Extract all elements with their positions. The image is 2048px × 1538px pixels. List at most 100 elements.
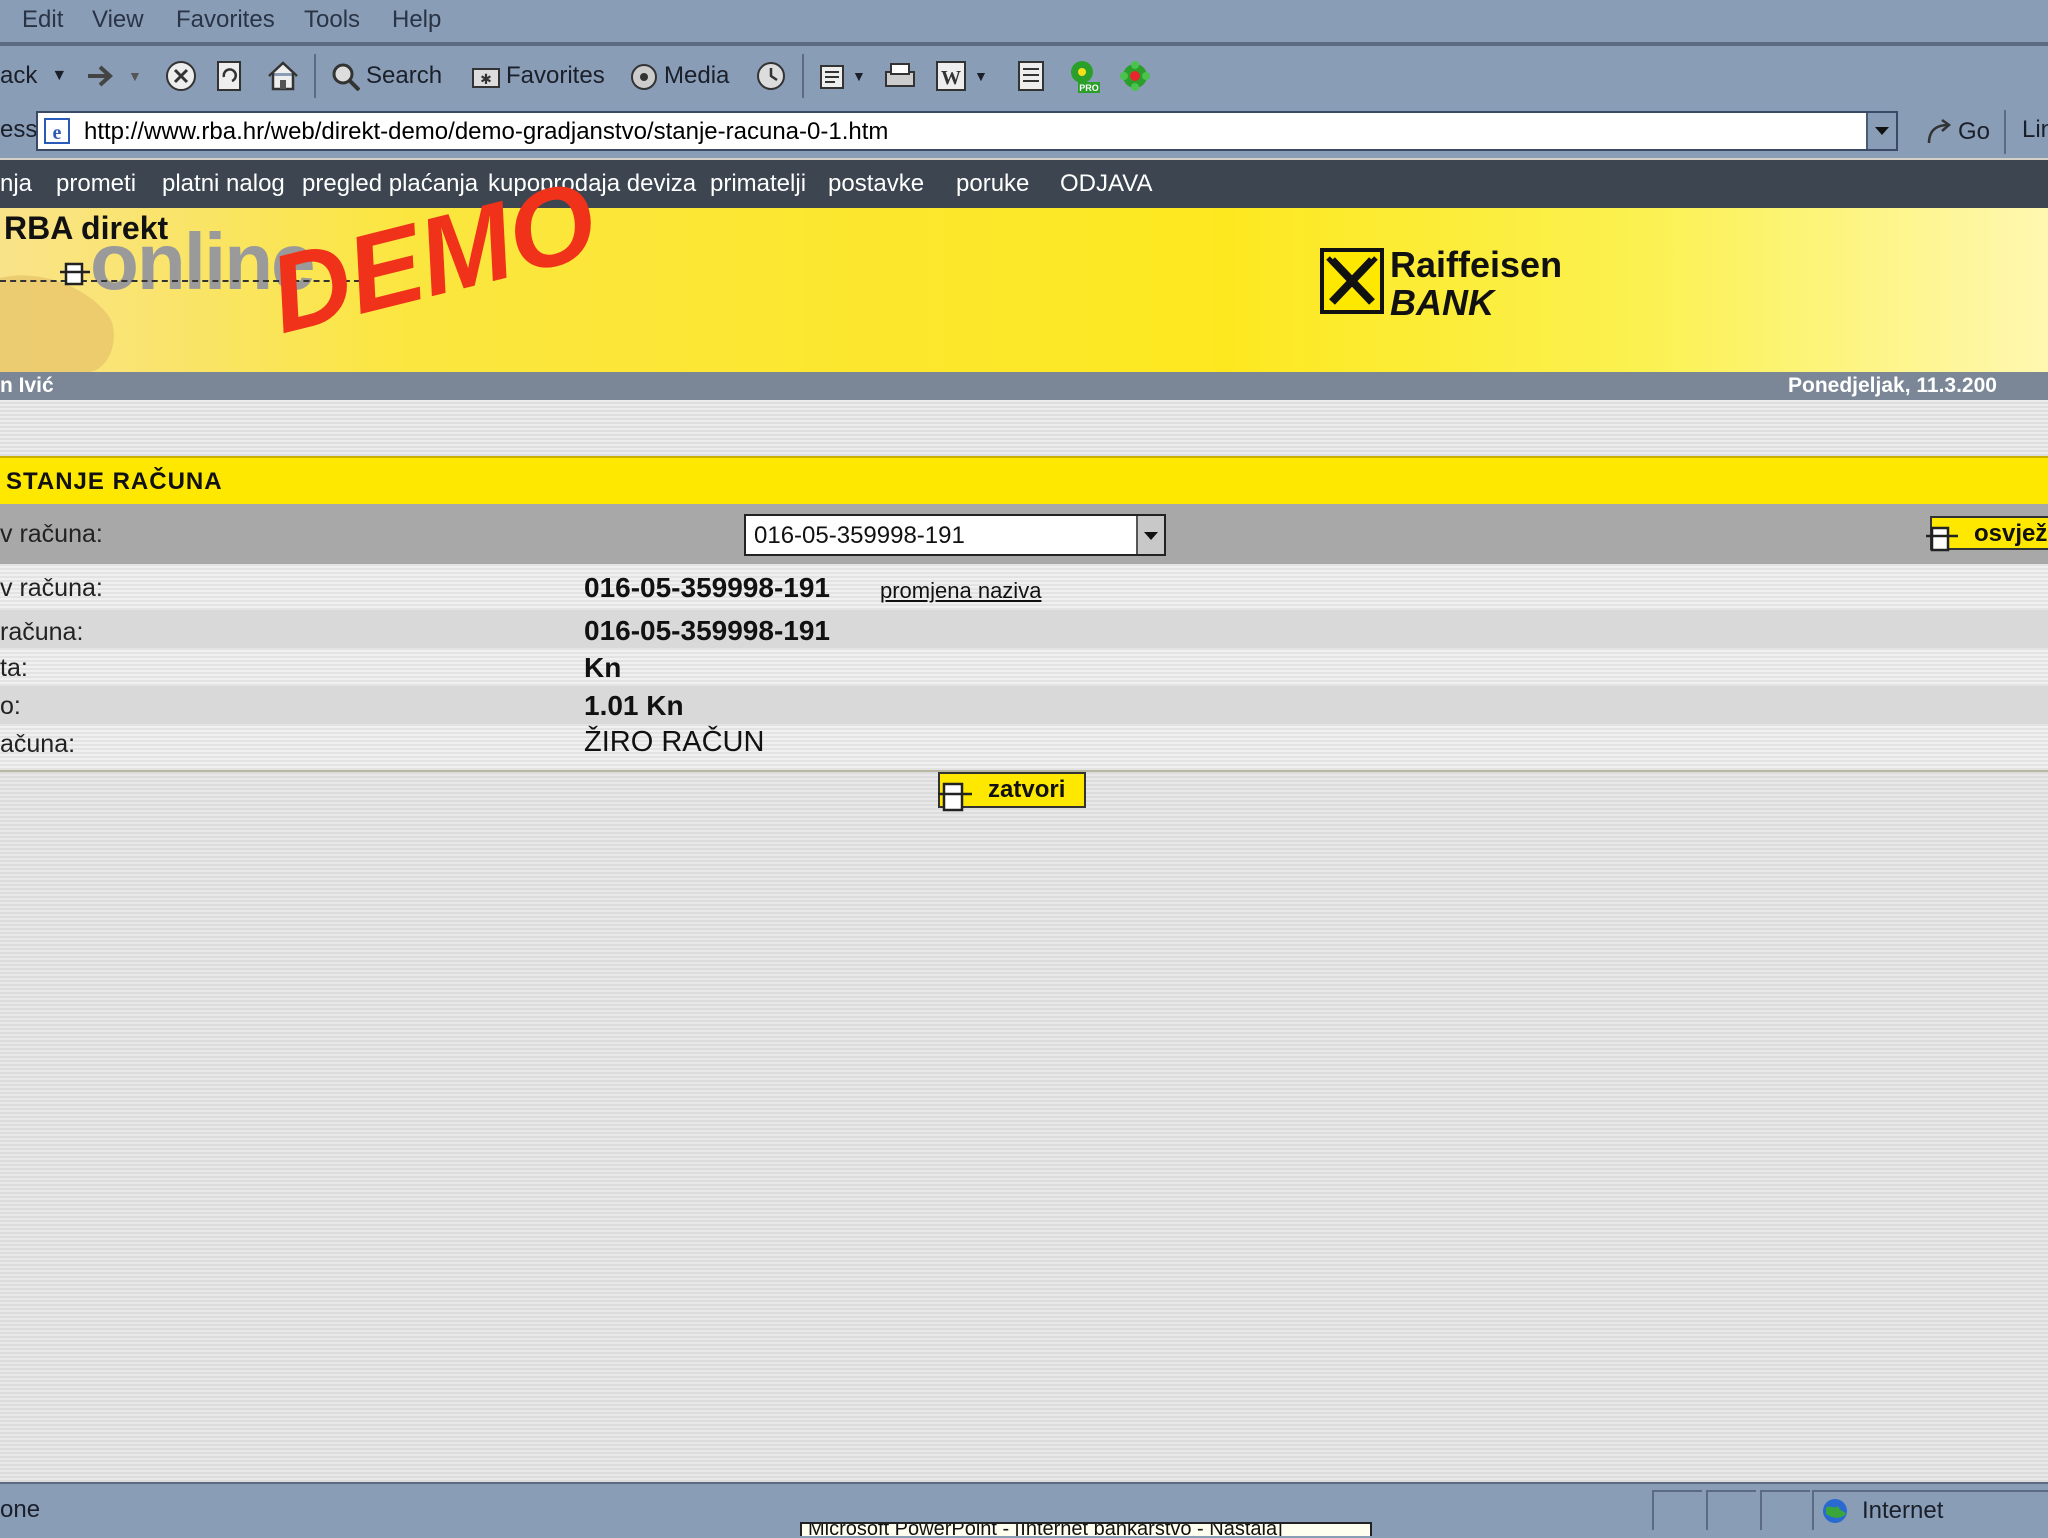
links-button[interactable]: Lin (2022, 116, 2048, 144)
zone-label: Internet (1862, 1497, 1944, 1524)
table-row: ačuna: ŽIRO RAČUN (0, 724, 2048, 768)
history-button[interactable] (754, 58, 788, 94)
close-label: zatvori (988, 776, 1066, 803)
forward-button[interactable]: ▼ (84, 58, 142, 94)
address-label: ess (0, 116, 38, 143)
row-label: ačuna: (0, 730, 76, 758)
home-button[interactable] (266, 58, 300, 94)
row-value: 016-05-359998-191 (584, 572, 830, 603)
spacer (0, 400, 2048, 456)
rename-link[interactable]: promjena naziva (880, 578, 1041, 604)
back-button[interactable]: ack ▼ (0, 58, 67, 94)
url-text: http://www.rba.hr/web/direkt-demo/demo-g… (84, 118, 889, 145)
user-bar: n Ivić Ponedjeljak, 11.3.200 (0, 372, 2048, 400)
toolbar: ack ▼ ▼ Search ✱ Favorites Media ▼ W ▼ P… (0, 46, 2048, 106)
pointing-hand-icon (938, 782, 972, 812)
table-row: ta: Kn (0, 648, 2048, 686)
refresh-button[interactable] (214, 58, 246, 94)
table-row: v računa: 016-05-359998-191 promjena naz… (0, 564, 2048, 610)
nav-item-poruke[interactable]: poruke (956, 170, 1029, 198)
media-button[interactable]: Media (628, 58, 729, 94)
selected-account: 016-05-359998-191 (754, 522, 965, 549)
menu-favorites[interactable]: Favorites (176, 6, 275, 34)
row-value: ŽIRO RAČUN (584, 726, 765, 758)
chevron-down-icon[interactable]: ▼ (852, 68, 866, 84)
icq-pro-button[interactable]: PRO (1066, 58, 1102, 94)
print-button[interactable] (882, 58, 918, 94)
chevron-down-icon[interactable]: ▼ (51, 67, 67, 85)
status-pane (1760, 1490, 1810, 1530)
status-pane (1652, 1490, 1702, 1530)
refresh-label: osvjež (1974, 520, 2048, 547)
back-label: ack (0, 62, 38, 89)
word-edit-icon: W (936, 61, 966, 91)
select-dropdown-button[interactable] (1136, 516, 1164, 554)
select-label: v računa: (0, 520, 103, 548)
nav-item-platni-nalog[interactable]: platni nalog (162, 170, 285, 198)
page-title: STANJE RAČUNA (6, 468, 223, 495)
chevron-down-icon (1875, 127, 1889, 135)
menu-edit[interactable]: Edit (22, 6, 63, 34)
banner: RBA direkt online DEMO Raiffeisen BANK (0, 158, 2048, 372)
stop-button[interactable] (164, 58, 198, 94)
account-select[interactable]: 016-05-359998-191 (744, 514, 1166, 556)
media-label: Media (664, 62, 730, 89)
discuss-button[interactable] (1016, 58, 1046, 94)
search-icon (332, 63, 360, 91)
section-header: STANJE RAČUNA (0, 456, 2048, 506)
account-select-row: v računa: 016-05-359998-191 osvjež (0, 504, 2048, 564)
bank-name-line2: BANK (1390, 282, 1494, 323)
forward-arrow-icon (88, 65, 113, 87)
url-dropdown-button[interactable] (1866, 113, 1896, 149)
go-button[interactable]: Go (1924, 112, 1990, 152)
status-text: one (0, 1496, 41, 1523)
favorites-button[interactable]: ✱ Favorites (470, 58, 605, 94)
row-value: Kn (584, 652, 622, 683)
favorites-label: Favorites (506, 62, 605, 89)
print-icon (885, 63, 915, 87)
svg-text:✱: ✱ (480, 71, 492, 87)
nav-item-postavke[interactable]: postavke (828, 170, 924, 198)
nav-item-odjava[interactable]: ODJAVA (1060, 170, 1152, 198)
toolbar-separator (2004, 110, 2006, 154)
svg-text:PRO: PRO (1079, 83, 1099, 93)
toolbar-separator (314, 54, 316, 98)
tooltip-text: Microsoft PowerPoint - [Internet bankars… (808, 1522, 1283, 1536)
menu-view[interactable]: View (92, 6, 144, 34)
nav-item-primatelji[interactable]: primatelji (710, 170, 806, 198)
mail-button[interactable]: ▼ (818, 58, 866, 94)
user-name: n Ivić (0, 374, 54, 397)
row-label: o: (0, 692, 21, 720)
row-label: ta: (0, 654, 28, 682)
icq-pro-icon: PRO (1071, 61, 1100, 93)
close-button[interactable]: zatvori (938, 772, 1086, 812)
nav-item-account[interactable]: nja (0, 170, 32, 198)
menu-help[interactable]: Help (392, 6, 441, 34)
status-pane (1706, 1490, 1756, 1530)
ie-page-icon: e (44, 118, 70, 144)
security-zone: Internet (1812, 1490, 2048, 1530)
nav-item-prometi[interactable]: prometi (56, 170, 136, 198)
chevron-down-icon[interactable]: ▼ (128, 68, 142, 84)
mail-icon (820, 65, 844, 89)
icq-flower-icon (1120, 61, 1150, 91)
bank-name-line1: Raiffeisen (1390, 244, 1563, 285)
go-label: Go (1958, 118, 1991, 145)
icq-button[interactable] (1118, 58, 1152, 94)
refresh-account-button[interactable]: osvjež (1926, 516, 2048, 552)
taskbar-tooltip: Microsoft PowerPoint - [Internet bankars… (800, 1522, 1372, 1536)
url-field[interactable]: e http://www.rba.hr/web/direkt-demo/demo… (36, 111, 1898, 151)
pointing-hand-icon (60, 262, 90, 286)
menu-tools[interactable]: Tools (304, 6, 360, 34)
home-icon (268, 61, 298, 91)
svg-text:e: e (53, 122, 62, 144)
content-background (0, 772, 2048, 1482)
chevron-down-icon[interactable]: ▼ (974, 68, 988, 84)
refresh-icon (217, 61, 241, 91)
site-nav: nja prometi platni nalog pregled plaćanj… (0, 160, 2048, 208)
search-button[interactable]: Search (330, 58, 442, 94)
menu-bar: Edit View Favorites Tools Help (0, 0, 2048, 42)
pointing-hand-icon (1926, 526, 1958, 552)
address-bar: ess e http://www.rba.hr/web/direkt-demo/… (0, 106, 2048, 158)
edit-word-button[interactable]: W ▼ (934, 58, 988, 94)
